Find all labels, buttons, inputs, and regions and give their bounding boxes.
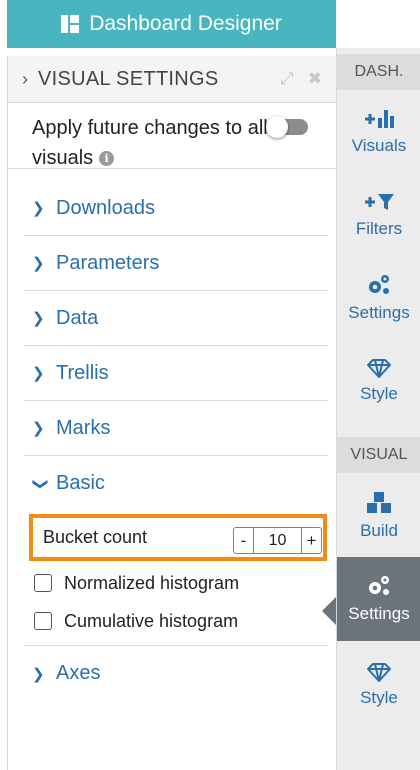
bucket-count-label: Bucket count [43,527,148,547]
rail-item-dash-style[interactable]: Style [337,341,420,421]
bucket-count-stepper[interactable]: - 10 + [233,527,322,554]
designer-side-rail: DASH. Visuals Filters Settings Style VIS… [336,48,420,770]
visual-settings-panel: › VISUAL SETTINGS ⤢ ✖ Apply future chang… [7,56,336,770]
dashboard-grid-icon [61,15,80,33]
add-filter-icon [365,194,394,210]
apply-future-changes-toggle[interactable] [266,116,308,138]
rail-item-label: Filters [355,219,403,238]
section-label: Downloads [56,196,155,219]
chevron-right-icon: ❯ [32,255,45,272]
decrement-button[interactable]: - [234,528,253,553]
cubes-icon [367,492,391,513]
rail-item-visual-style[interactable]: Style [337,645,420,725]
chevron-right-icon: ❯ [32,665,45,683]
bucket-count-highlight: Bucket count - 10 + [29,514,327,561]
basic-section-body: Bucket count - 10 + Normalized histogram… [24,511,328,651]
rail-item-label: Style [360,384,398,403]
bucket-count-input[interactable]: 10 [253,528,302,553]
info-icon[interactable]: i [99,151,115,166]
rail-item-visuals[interactable]: Visuals [337,92,420,172]
settings-sections: ❯ Downloads ❯ Parameters ❯ Data ❯ Trelli… [24,181,328,651]
diamond-icon [367,359,391,378]
section-parameters[interactable]: ❯ Parameters [24,236,328,291]
rail-item-visual-settings[interactable]: Settings [337,557,420,641]
chevron-right-icon: ❯ [32,200,45,217]
close-icon[interactable]: ✖ [308,69,322,89]
cumulative-histogram-checkbox[interactable] [34,612,52,630]
chevron-right-icon: ❯ [32,420,45,437]
rail-item-label: Settings [348,303,410,322]
visual-settings-title: VISUAL SETTINGS [38,67,219,90]
section-axes[interactable]: ❯ Axes [24,646,328,701]
rail-item-label: Style [360,688,398,707]
chevron-right-icon: ❯ [32,365,45,382]
normalized-histogram-checkbox[interactable] [34,574,52,592]
diamond-icon [367,663,391,682]
normalized-histogram-label: Normalized histogram [64,572,240,593]
dash-rail-header: DASH. [337,54,420,90]
section-trellis[interactable]: ❯ Trellis [24,346,328,401]
app-title: Dashboard Designer [89,12,282,35]
chevron-right-icon: ❯ [32,310,45,327]
expand-icon[interactable]: ⤢ [280,69,294,89]
dashboard-designer-header: Dashboard Designer [7,0,336,48]
active-item-pointer [322,597,336,625]
chevron-down-icon: ❯ [32,477,49,490]
section-label: Trellis [56,361,109,384]
gears-icon [369,576,389,595]
add-visual-icon [365,110,394,128]
section-axes-wrap: ❯ Axes [24,645,328,701]
section-label: Data [56,306,99,329]
visual-settings-header[interactable]: › VISUAL SETTINGS ⤢ ✖ [8,56,336,103]
apply-future-changes-row: Apply future changes to all visuals i [8,103,336,169]
section-label: Parameters [56,251,160,274]
increment-button[interactable]: + [302,528,321,553]
rail-item-label: Build [360,521,398,540]
section-marks[interactable]: ❯ Marks [24,401,328,456]
chevron-right-icon: › [22,68,28,89]
rail-item-filters[interactable]: Filters [337,175,420,255]
section-label: Axes [56,662,101,684]
toggle-knob [266,116,288,138]
visual-rail-header: VISUAL [337,437,420,473]
gears-icon [369,275,389,294]
apply-future-changes-label: Apply future changes to all visuals [32,117,268,169]
cumulative-histogram-label: Cumulative histogram [64,610,239,631]
section-label: Basic [56,472,105,494]
rail-item-build[interactable]: Build [337,476,420,556]
rail-item-label: Visuals [351,136,407,155]
cumulative-histogram-row[interactable]: Cumulative histogram [34,610,238,632]
section-label: Marks [56,416,111,439]
rail-item-label: Settings [348,604,410,623]
section-basic[interactable]: ❯ Basic [24,456,328,511]
section-data[interactable]: ❯ Data [24,291,328,346]
section-downloads[interactable]: ❯ Downloads [24,181,328,236]
rail-item-dash-settings[interactable]: Settings [337,258,420,338]
normalized-histogram-row[interactable]: Normalized histogram [34,572,239,594]
